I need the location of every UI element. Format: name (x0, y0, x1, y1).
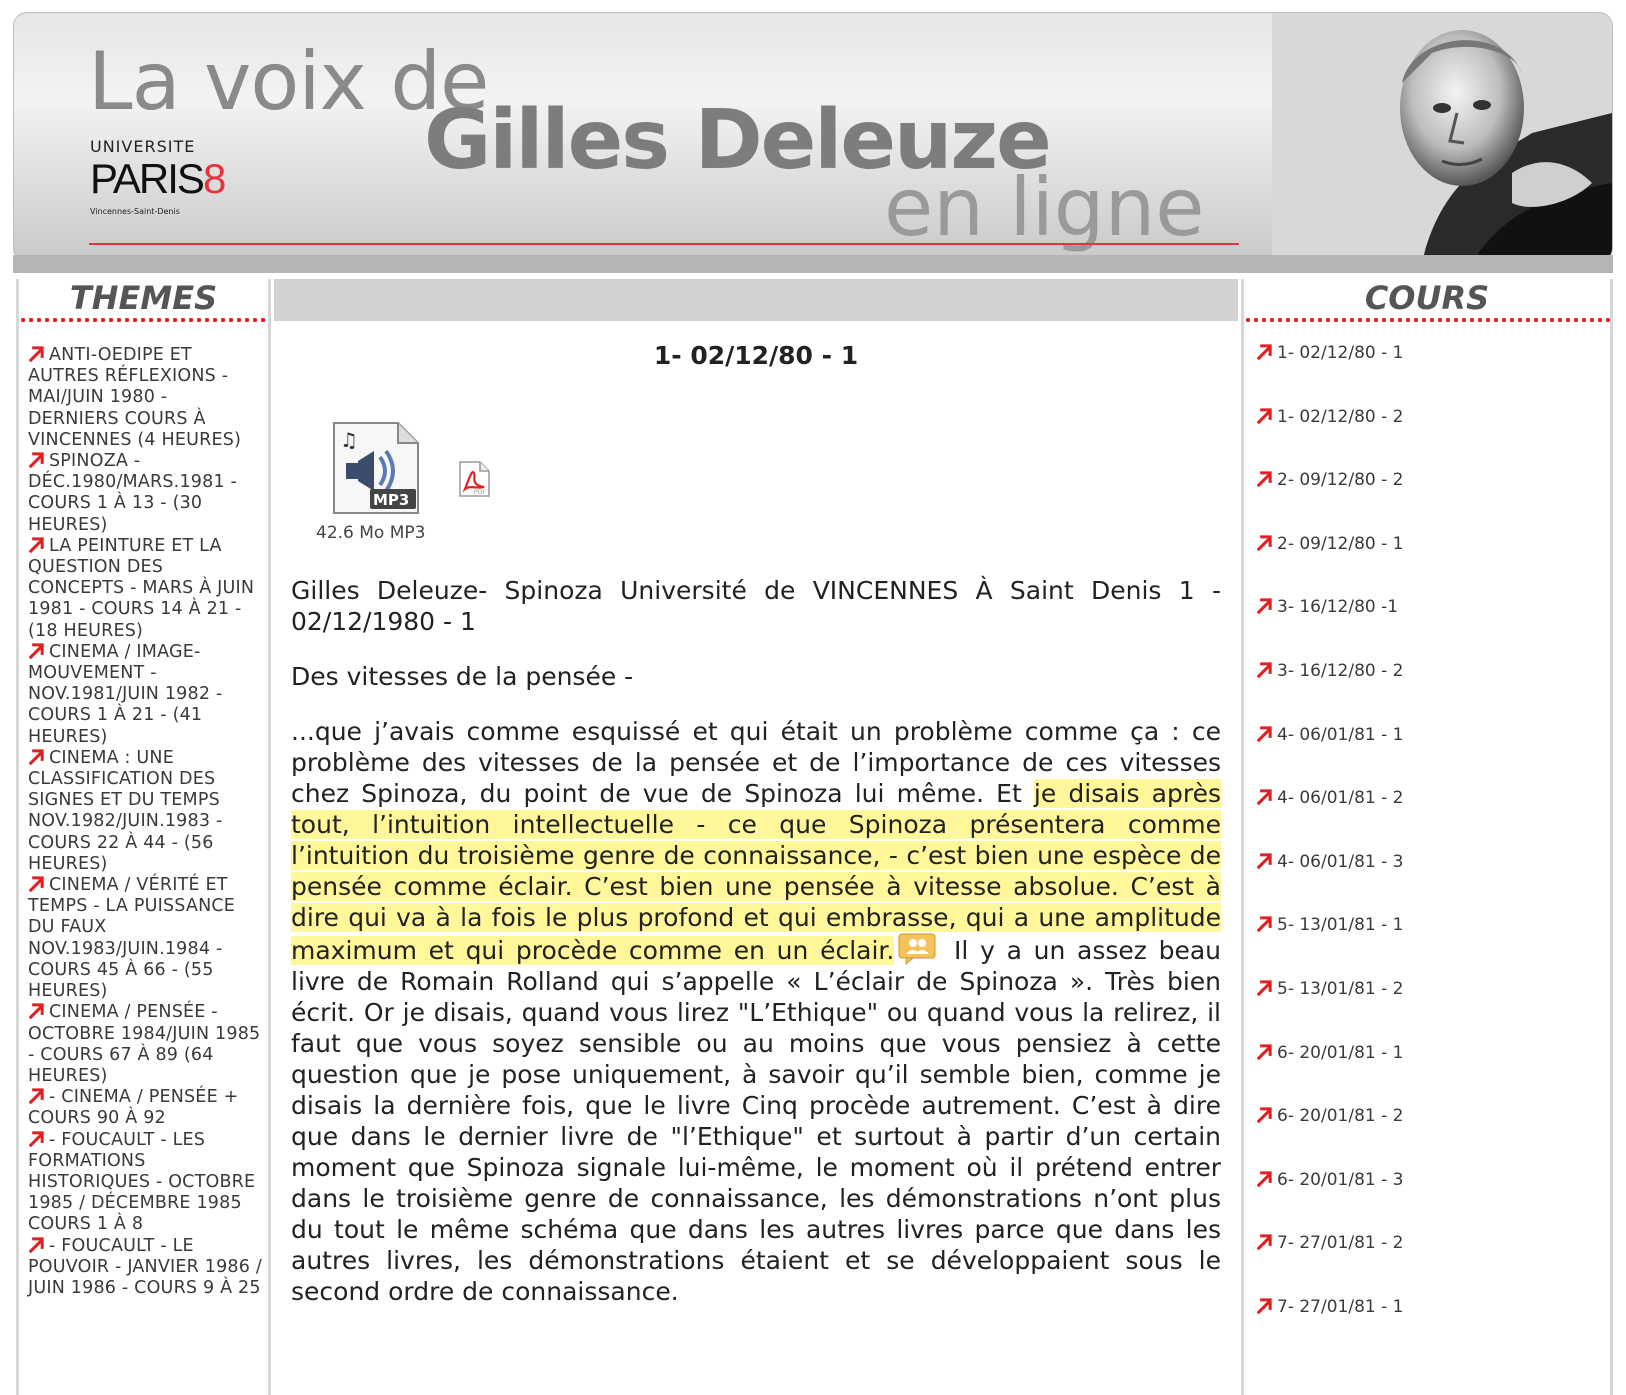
cours-link[interactable]: 5- 13/01/81 - 2 (1256, 977, 1610, 1041)
theme-link[interactable]: SPINOZA - DÉC.1980/MARS.1981 - COURS 1 À… (28, 451, 262, 536)
page-title: 1- 02/12/80 - 1 (653, 341, 859, 370)
cours-link[interactable]: 6- 20/01/81 - 2 (1256, 1104, 1610, 1168)
svg-text:MP3: MP3 (373, 491, 409, 509)
cours-link[interactable]: 1- 02/12/80 - 2 (1256, 405, 1610, 469)
arrow-icon (28, 749, 44, 765)
cours-link[interactable]: 4- 06/01/81 - 1 (1256, 723, 1610, 787)
cours-link[interactable]: 7- 27/01/81 - 2 (1256, 1231, 1610, 1295)
arrow-icon (28, 643, 44, 659)
theme-link[interactable]: ANTI-OEDIPE ET AUTRES RÉFLEXIONS - MAI/J… (28, 345, 262, 451)
cours-link[interactable]: 2- 09/12/80 - 2 (1256, 468, 1610, 532)
site-banner: La voix de Gilles Deleuze en ligne UNIVE… (13, 12, 1613, 262)
mp3-icon[interactable]: ♫ MP3 (326, 421, 422, 517)
arrow-icon (1256, 1043, 1272, 1060)
arrow-icon (28, 346, 44, 362)
arrow-icon (1256, 853, 1272, 869)
annotation-icon[interactable] (898, 933, 936, 965)
themes-list: ANTI-OEDIPE ET AUTRES RÉFLEXIONS - MAI/J… (19, 323, 268, 1299)
cours-link[interactable]: 4- 06/01/81 - 3 (1256, 850, 1610, 914)
arrow-icon (1256, 725, 1272, 742)
cours-link[interactable]: 6- 20/01/81 - 1 (1256, 1041, 1610, 1105)
themes-title: THEMES (69, 279, 218, 317)
arrow-icon (1256, 471, 1272, 488)
arrow-icon (1256, 789, 1272, 806)
svg-text:♫: ♫ (340, 428, 358, 452)
arrow-icon (1256, 662, 1272, 678)
arrow-icon (1256, 344, 1272, 360)
svg-text:PDF: PDF (474, 489, 486, 496)
paris8-logo: UNIVERSITE PARIS8 Vincennes-Saint-Denis (90, 137, 226, 216)
cours-link[interactable]: 3- 16/12/80 - 2 (1256, 659, 1610, 723)
content-top-bar (274, 279, 1238, 321)
arrow-icon (28, 1130, 44, 1147)
transcript: Gilles Deleuze- Spinoza Université de VI… (291, 575, 1221, 1331)
theme-link[interactable]: - FOUCAULT - LE POUVOIR - JANVIER 1986 /… (28, 1236, 262, 1300)
transcript-paragraph: ...que j’avais comme esquissé et qui éta… (291, 717, 1222, 1306)
banner-line-3: en ligne (884, 161, 1205, 254)
arrow-icon (1256, 1171, 1272, 1187)
theme-link[interactable]: - CINEMA / PENSÉE + COURS 90 À 92 (28, 1087, 262, 1129)
pdf-icon[interactable]: PDF (456, 461, 492, 497)
arrow-icon (28, 876, 44, 893)
arrow-icon (28, 1236, 44, 1253)
cours-link[interactable]: 4- 06/01/81 - 2 (1256, 786, 1610, 850)
themes-sidebar: THEMES ANTI-OEDIPE ET AUTRES RÉFLEXIONS … (16, 279, 271, 1395)
main-content: 1- 02/12/80 - 1 ♫ MP3 42.6 Mo MP3 PDF Gi… (274, 321, 1238, 1395)
arrow-icon (28, 537, 44, 553)
arrow-icon (1256, 535, 1272, 551)
arrow-icon (1256, 980, 1272, 996)
theme-link[interactable]: CINEMA / VÉRITÉ ET TEMPS - LA PUISSANCE … (28, 875, 262, 1002)
arrow-icon (1256, 407, 1272, 424)
cours-sidebar: COURS 1- 02/12/80 - 1 1- 02/12/80 - 2 2- 0… (1241, 279, 1613, 1395)
banner-gray-bar (13, 255, 1613, 273)
arrow-icon (1256, 1298, 1272, 1314)
arrow-icon (28, 1003, 44, 1020)
transcript-heading: Gilles Deleuze- Spinoza Université de VI… (291, 576, 1221, 636)
arrow-icon (1256, 1107, 1272, 1124)
cours-link[interactable]: 7- 27/01/81 - 1 (1256, 1295, 1610, 1359)
theme-link[interactable]: CINEMA / IMAGE-MOUVEMENT - NOV.1981/JUIN… (28, 642, 262, 748)
arrow-icon (28, 452, 44, 469)
theme-link[interactable]: CINEMA / PENSÉE - OCTOBRE 1984/JUIN 1985… (28, 1002, 262, 1087)
transcript-subheading: Des vitesses de la pensée - (291, 662, 634, 691)
cours-link[interactable]: 5- 13/01/81 - 1 (1256, 913, 1610, 977)
arrow-icon (1256, 916, 1272, 933)
cours-link[interactable]: 2- 09/12/80 - 1 (1256, 532, 1610, 596)
theme-link[interactable]: - FOUCAULT - LES FORMATIONS HISTORIQUES … (28, 1130, 262, 1236)
banner-red-line (89, 243, 1239, 245)
theme-link[interactable]: CINEMA : UNE CLASSIFICATION DES SIGNES E… (28, 748, 262, 875)
arrow-icon (1256, 598, 1272, 615)
arrow-icon (1256, 1234, 1272, 1251)
arrow-icon (28, 1088, 44, 1105)
cours-link[interactable]: 6- 20/01/81 - 3 (1256, 1168, 1610, 1232)
cours-link[interactable]: 1- 02/12/80 - 1 (1256, 341, 1610, 405)
cours-title: COURS (1364, 279, 1490, 317)
cours-list: 1- 02/12/80 - 1 1- 02/12/80 - 2 2- 09/12/8… (1244, 323, 1610, 1359)
portrait-photo (1272, 13, 1612, 261)
cours-link[interactable]: 3- 16/12/80 -1 (1256, 595, 1610, 659)
theme-link[interactable]: LA PEINTURE ET LA QUESTION DES CONCEPTS … (28, 536, 262, 642)
mp3-caption: 42.6 Mo MP3 (316, 523, 426, 543)
